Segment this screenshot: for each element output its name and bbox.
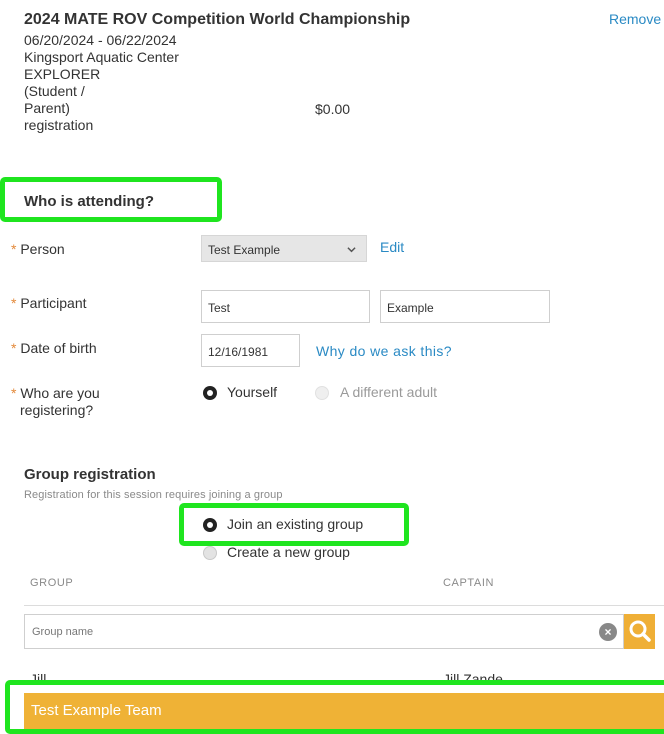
required-marker: * bbox=[11, 295, 17, 311]
last-name-input[interactable]: Example bbox=[380, 290, 550, 323]
clear-icon[interactable]: × bbox=[599, 623, 617, 641]
divider bbox=[24, 605, 664, 606]
dob-label: * Date of birth bbox=[11, 340, 97, 357]
radio-join-group-label[interactable]: Join an existing group bbox=[227, 516, 363, 532]
person-select-value: Test Example bbox=[208, 243, 281, 257]
search-icon bbox=[629, 620, 651, 642]
person-label-text: Person bbox=[20, 241, 65, 257]
search-placeholder: Group name bbox=[32, 626, 94, 638]
required-marker: * bbox=[11, 241, 17, 257]
first-name-input[interactable]: Test bbox=[201, 290, 370, 323]
radio-different-adult[interactable] bbox=[315, 386, 329, 400]
edit-person-link[interactable]: Edit bbox=[380, 239, 404, 255]
column-header-captain: CAPTAIN bbox=[443, 577, 495, 589]
required-marker: * bbox=[11, 340, 17, 356]
event-dates: 06/20/2024 - 06/22/2024 bbox=[24, 32, 177, 48]
remove-link[interactable]: Remove bbox=[609, 11, 661, 27]
event-location: Kingsport Aquatic Center bbox=[24, 49, 179, 65]
group-heading: Group registration bbox=[24, 466, 156, 483]
why-ask-link[interactable]: Why do we ask this? bbox=[316, 343, 452, 359]
registration-type-line: EXPLORER bbox=[24, 66, 101, 82]
registering-label-line: Who are you bbox=[20, 385, 100, 401]
highlight-box bbox=[5, 680, 664, 734]
registering-label: * Who are you registering? bbox=[11, 385, 100, 419]
search-button[interactable] bbox=[624, 614, 655, 649]
event-title: 2024 MATE ROV Competition World Champion… bbox=[24, 11, 411, 28]
group-search-input[interactable]: Group name × bbox=[24, 614, 624, 649]
dob-label-text: Date of birth bbox=[20, 340, 97, 356]
chevron-down-icon bbox=[347, 243, 356, 257]
person-label: * Person bbox=[11, 241, 65, 258]
radio-create-group[interactable] bbox=[203, 546, 217, 560]
column-header-group: GROUP bbox=[30, 577, 74, 589]
participant-label: * Participant bbox=[11, 295, 87, 312]
group-note: Registration for this session requires j… bbox=[24, 489, 283, 501]
radio-create-group-label[interactable]: Create a new group bbox=[227, 544, 350, 560]
dob-input[interactable]: 12/16/1981 bbox=[201, 334, 300, 367]
required-marker: * bbox=[11, 385, 17, 401]
attending-heading: Who is attending? bbox=[24, 193, 154, 210]
radio-join-group[interactable] bbox=[203, 518, 217, 532]
registering-label-line: registering? bbox=[20, 402, 94, 418]
registration-type-line: registration bbox=[24, 117, 94, 133]
registration-type-line: Parent) bbox=[24, 100, 70, 116]
radio-different-adult-label[interactable]: A different adult bbox=[340, 384, 437, 400]
radio-yourself-label[interactable]: Yourself bbox=[227, 384, 277, 400]
registration-price: $0.00 bbox=[315, 101, 351, 117]
person-select[interactable]: Test Example bbox=[201, 235, 367, 262]
registration-type-line: (Student / bbox=[24, 83, 85, 99]
radio-yourself[interactable] bbox=[203, 386, 217, 400]
participant-label-text: Participant bbox=[20, 295, 87, 311]
